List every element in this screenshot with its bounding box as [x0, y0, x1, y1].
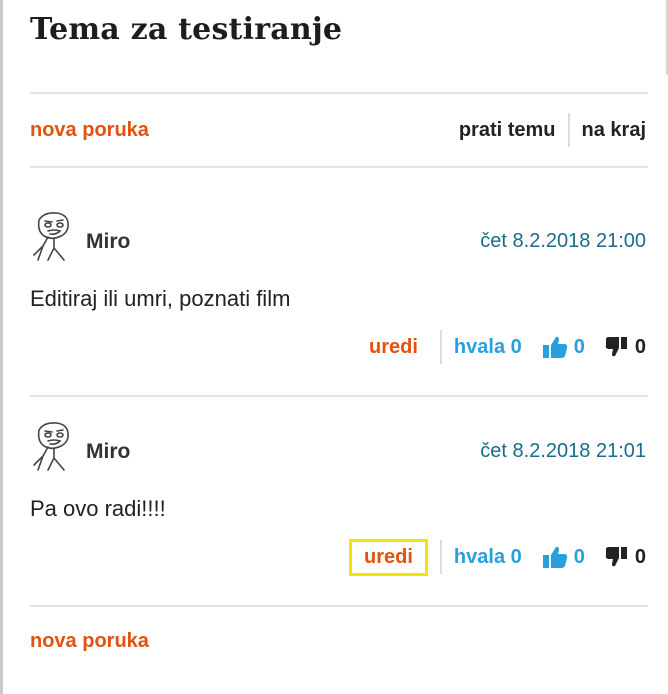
post-timestamp[interactable]: čet 8.2.2018 21:01	[480, 440, 646, 463]
thumbs-up-icon	[542, 336, 567, 358]
like-button[interactable]: 0	[542, 545, 585, 569]
actions-separator	[439, 330, 442, 364]
topic-title: Tema za testiranje	[30, 12, 343, 47]
post-header: Miro čet 8.2.2018 21:00	[30, 210, 646, 270]
thanks-button[interactable]: hvala 0	[454, 546, 522, 569]
meme-face-avatar-icon[interactable]	[26, 420, 78, 472]
footer-toolbar: nova poruka	[30, 630, 149, 653]
thanks-button[interactable]: hvala 0	[454, 336, 522, 359]
dislike-button[interactable]: 0	[605, 546, 646, 569]
divider	[30, 605, 648, 607]
thumbs-up-icon	[542, 546, 567, 568]
new-post-link[interactable]: nova poruka	[30, 119, 149, 142]
thumbs-down-icon	[605, 337, 627, 357]
divider	[30, 92, 648, 94]
dislike-count: 0	[634, 545, 646, 568]
page-left-border	[0, 0, 3, 694]
post-author[interactable]: Miro	[86, 440, 130, 464]
post-header: Miro čet 8.2.2018 21:01	[30, 420, 646, 480]
like-count: 0	[573, 335, 585, 358]
actions-separator	[439, 540, 442, 574]
post-item: Miro čet 8.2.2018 21:00 Editiraj ili umr…	[30, 210, 646, 380]
new-post-link[interactable]: nova poruka	[30, 630, 149, 652]
post-timestamp[interactable]: čet 8.2.2018 21:00	[480, 230, 646, 253]
divider	[30, 166, 648, 168]
thumbs-down-icon	[605, 547, 627, 567]
dislike-button[interactable]: 0	[605, 336, 646, 359]
post-actions: uredi hvala 0 0 0	[359, 328, 646, 366]
go-to-end-link[interactable]: na kraj	[582, 119, 646, 142]
like-count: 0	[573, 545, 585, 568]
topic-toolbar: nova poruka prati temu na kraj	[30, 110, 646, 150]
edit-button[interactable]: uredi	[359, 330, 428, 365]
post-text: Pa ovo radi!!!!	[30, 496, 166, 521]
like-button[interactable]: 0	[542, 335, 585, 359]
edit-button[interactable]: uredi	[349, 538, 428, 576]
follow-topic-link[interactable]: prati temu	[459, 119, 556, 142]
post-text: Editiraj ili umri, poznati film	[30, 286, 291, 311]
meme-face-avatar-icon[interactable]	[26, 210, 78, 262]
post-item: Miro čet 8.2.2018 21:01 Pa ovo radi!!!! …	[30, 420, 646, 590]
post-actions: uredi hvala 0 0 0	[349, 538, 646, 576]
dislike-count: 0	[634, 335, 646, 358]
toolbar-right: prati temu na kraj	[459, 113, 646, 147]
divider	[30, 395, 648, 397]
toolbar-separator	[567, 113, 570, 147]
post-author[interactable]: Miro	[86, 230, 130, 254]
